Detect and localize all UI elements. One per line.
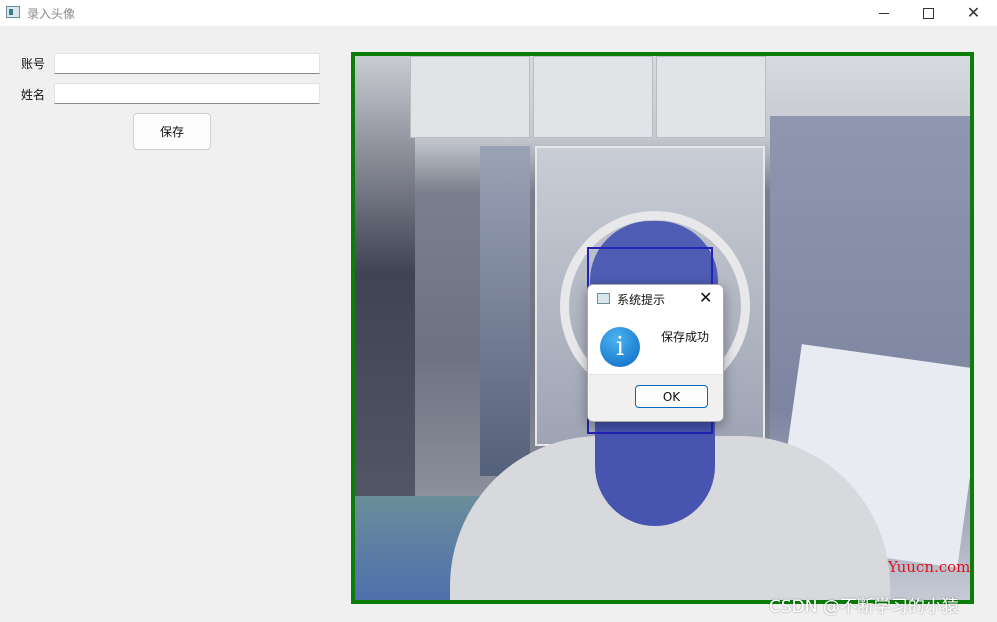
title-bar: 录入头像 ✕ [0,0,997,26]
minimize-button[interactable] [861,0,906,26]
name-label: 姓名 [21,88,46,102]
name-input[interactable] [54,83,320,104]
csdn-watermark: CSDN @不断学习的小猿 [769,597,959,617]
app-window-icon [6,6,20,18]
info-icon: i [600,327,640,367]
dialog-footer: OK [588,374,723,421]
dialog-app-icon [597,293,610,304]
account-label: 账号 [21,57,46,71]
site-watermark: Yuucn.com [888,558,971,576]
camera-scene-cabinet [533,56,653,138]
ok-button[interactable]: OK [635,385,708,408]
dialog-title: 系统提示 [617,293,666,307]
minimize-icon [878,12,889,14]
close-button[interactable]: ✕ [951,0,996,26]
save-button[interactable]: 保存 [133,113,211,150]
dialog-message: 保存成功 [661,330,710,344]
camera-scene-cabinet [410,56,530,138]
camera-scene-cabinet [656,56,766,138]
account-input[interactable] [54,53,320,74]
maximize-icon [923,7,934,19]
message-dialog: 系统提示 ✕ i 保存成功 OK [587,284,724,422]
window-title: 录入头像 [27,7,76,21]
close-icon: ✕ [966,3,981,22]
dialog-close-icon[interactable]: ✕ [699,288,712,307]
camera-scene-shelf [480,146,530,476]
maximize-button[interactable] [906,0,951,26]
